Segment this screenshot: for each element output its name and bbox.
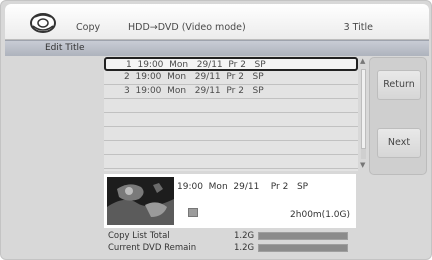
mode-label: Copy: [76, 22, 101, 33]
title-list: 1 19:00 Mon 29/11 Pr 2 SP 2 19:00 Mon 29…: [104, 57, 358, 171]
dvd-remain-bar: [258, 244, 348, 252]
title-row-1[interactable]: 1 19:00 Mon 29/11 Pr 2 SP: [104, 57, 358, 71]
copy-list-total-size: 1.2G: [234, 231, 255, 241]
page-title: Edit Title: [45, 43, 85, 53]
dvd-remain-size: 1.2G: [234, 243, 255, 253]
action-panel: Return Next: [369, 57, 427, 175]
scroll-up-icon[interactable]: ▲: [360, 57, 365, 65]
next-button[interactable]: Next: [377, 128, 421, 158]
title-type-icon: [188, 208, 198, 217]
title-thumbnail: [107, 177, 174, 225]
copy-list-total-label: Copy List Total: [108, 231, 170, 241]
copy-route-label: HDD→DVD (Video mode): [128, 22, 246, 33]
title-detail-panel: 19:00 Mon 29/11 Pr 2 SP 2h00m(1.0G): [104, 174, 356, 228]
dvd-disc-logo-icon: [30, 13, 56, 33]
title-row-3[interactable]: 3 19:00 Mon 29/11 Pr 2 SP: [104, 85, 358, 99]
empty-row: [104, 113, 358, 127]
scroll-down-icon[interactable]: ▼: [360, 161, 365, 169]
screen: Copy HDD→DVD (Video mode) 3 Title Edit T…: [0, 0, 432, 260]
title-row-2[interactable]: 2 19:00 Mon 29/11 Pr 2 SP: [104, 71, 358, 85]
title-row-text: 3 19:00 Mon 29/11 Pr 2 SP: [124, 86, 264, 96]
title-count: 3 Title: [343, 22, 373, 33]
copy-list-total-bar: [258, 232, 348, 240]
subheader-bar: Edit Title: [5, 40, 429, 56]
header-bar: Copy HDD→DVD (Video mode) 3 Title: [5, 4, 429, 40]
empty-row: [104, 155, 358, 169]
empty-row: [104, 141, 358, 155]
list-scrollbar[interactable]: ▲ ▼: [359, 57, 368, 171]
disc-totals: Copy List Total 1.2G Current DVD Remain …: [108, 231, 358, 257]
empty-row: [104, 127, 358, 141]
dvd-remain-fill: [259, 245, 347, 251]
dvd-remain-label: Current DVD Remain: [108, 243, 197, 253]
copy-list-total-fill: [259, 233, 347, 239]
title-row-text: 2 19:00 Mon 29/11 Pr 2 SP: [124, 72, 264, 82]
detail-info: 19:00 Mon 29/11 Pr 2 SP: [177, 182, 309, 192]
return-button[interactable]: Return: [377, 70, 421, 100]
empty-row: [104, 99, 358, 113]
title-duration: 2h00m(1.0G): [290, 210, 350, 220]
scroll-thumb[interactable]: [361, 69, 366, 149]
